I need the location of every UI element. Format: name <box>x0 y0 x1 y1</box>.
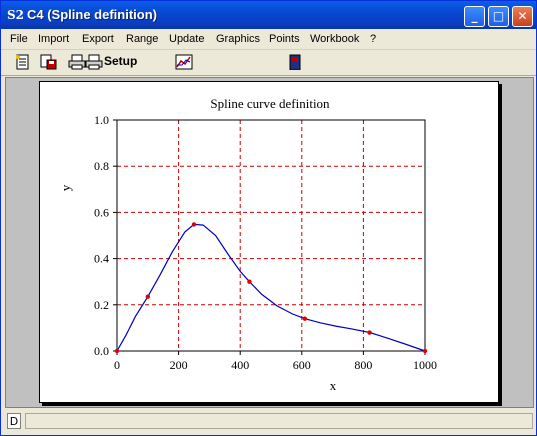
print-icon[interactable] <box>68 54 86 70</box>
y-tick-label: 0.6 <box>94 205 109 219</box>
app-icon: S2 <box>7 8 25 22</box>
spline-point <box>114 348 120 354</box>
y-axis-label: y <box>58 184 73 191</box>
status-mode[interactable]: D <box>7 413 21 429</box>
spline-points <box>114 222 428 354</box>
spline-point <box>191 222 197 227</box>
y-tick-label: 1.0 <box>94 113 109 127</box>
spline-chart: Spline curve definition 0 200 400 600 800 100… <box>58 96 437 393</box>
x-tick-label: 400 <box>231 358 249 372</box>
close-button[interactable]: ✕ <box>512 6 533 27</box>
title-bar[interactable]: S2 C4 (Spline definition) _ □ ✕ <box>1 1 536 29</box>
app-window: S2 C4 (Spline definition) _ □ ✕ File Imp… <box>0 0 537 436</box>
window-title: C4 (Spline definition) <box>27 7 157 22</box>
y-tick-label: 0.8 <box>94 159 109 173</box>
print-setup-icon[interactable] <box>85 54 103 70</box>
book-icon[interactable] <box>286 54 304 70</box>
toolbar: Setup <box>1 50 536 76</box>
y-tick-label: 0.2 <box>94 298 109 312</box>
menu-range[interactable]: Range <box>126 33 158 45</box>
setup-button[interactable]: Setup <box>104 54 137 68</box>
menu-file[interactable]: File <box>10 33 28 45</box>
status-bar: D <box>1 409 536 435</box>
x-tick-label: 800 <box>354 358 372 372</box>
y-tick-label: 0.4 <box>94 252 109 266</box>
spline-curve <box>116 223 426 352</box>
chart-canvas[interactable]: Spline curve definition 0 200 400 600 800 100… <box>39 81 499 403</box>
maximize-button[interactable]: □ <box>488 6 509 27</box>
minimize-button[interactable]: _ <box>464 6 485 27</box>
menu-update[interactable]: Update <box>169 33 204 45</box>
menu-help[interactable]: ? <box>370 33 376 45</box>
menu-export[interactable]: Export <box>82 33 114 45</box>
minimize-icon: _ <box>471 9 478 23</box>
menu-graphics[interactable]: Graphics <box>216 33 260 45</box>
x-tick-label: 0 <box>114 358 120 372</box>
spline-point <box>145 294 150 299</box>
spline-point <box>302 316 308 321</box>
grid <box>117 120 425 351</box>
chart-title: Spline curve definition <box>210 96 330 111</box>
menu-workbook[interactable]: Workbook <box>310 33 359 45</box>
x-tick-label: 1000 <box>413 358 437 372</box>
spline-point <box>247 279 252 284</box>
spline-point <box>422 348 428 354</box>
spline-point <box>367 330 372 335</box>
close-icon: ✕ <box>517 9 528 23</box>
x-axis-label: x <box>330 378 337 393</box>
save-icon[interactable] <box>39 54 57 70</box>
menu-bar: File Import Export Range Update Graphics… <box>1 30 536 50</box>
menu-points[interactable]: Points <box>269 33 300 45</box>
maximize-icon: □ <box>492 9 505 23</box>
curves <box>116 223 426 352</box>
new-sheet-icon[interactable] <box>14 54 32 70</box>
x-tick-label: 600 <box>293 358 311 372</box>
status-field <box>25 413 533 429</box>
plot-frame <box>116 119 426 352</box>
chart-icon[interactable] <box>175 54 193 70</box>
axis-ticks: 0 200 400 600 800 1000 0.0 0.2 0.4 0.6 0.8 1.0 <box>94 113 437 372</box>
menu-import[interactable]: Import <box>38 33 69 45</box>
x-tick-label: 200 <box>170 358 188 372</box>
y-tick-label: 0.0 <box>94 344 109 358</box>
